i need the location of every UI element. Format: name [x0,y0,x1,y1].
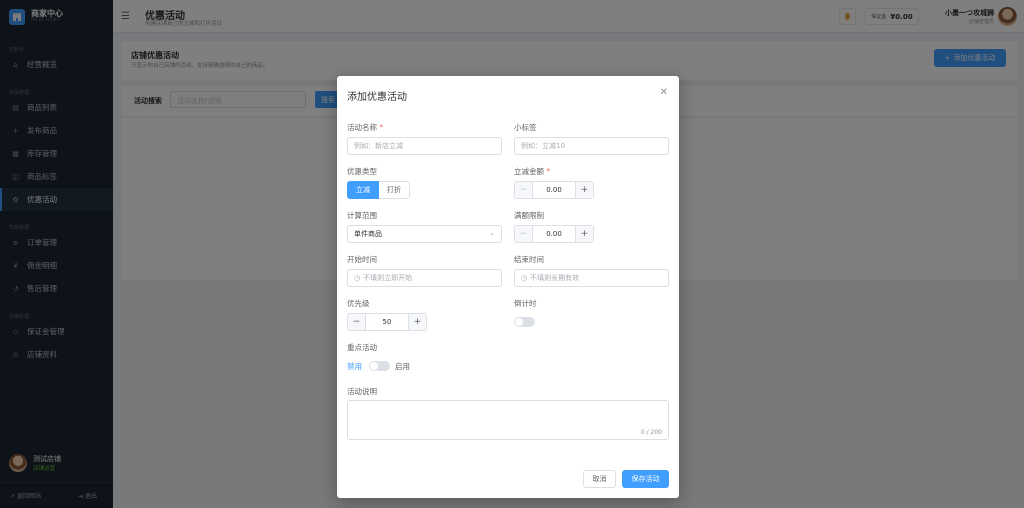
amount-label: 立减金额 * [514,166,550,177]
type-option-discount[interactable]: 打折 [379,181,410,199]
dialog-title: 添加优惠活动 [347,92,407,103]
tag-input[interactable]: 例如：立减10 [514,137,669,155]
name-label-text: 活动名称 [347,123,377,132]
end-time-input[interactable]: ◷ 不填则长期有效 [514,269,669,287]
featured-label: 重点活动 [347,343,377,352]
required-mark: * [546,167,551,176]
featured-off-text: 禁用 [347,362,362,371]
clock-icon: ◷ [521,274,528,282]
end-placeholder: 不填则长期有效 [530,274,580,282]
amount-stepper: − 0.00 + [514,181,594,199]
required-mark: * [379,123,384,132]
desc-label: 活动说明 [347,387,377,396]
chevron-down-icon: ⌄ [489,229,495,237]
start-label: 开始时间 [347,255,377,264]
start-placeholder: 不填则立即开始 [363,274,413,282]
priority-stepper: − 50 + [347,313,427,331]
activity-name-input[interactable]: 例如：新店立减 [347,137,502,155]
end-label: 结束时间 [514,255,544,264]
featured-on-text: 启用 [395,362,410,371]
description-textarea[interactable]: 0 / 200 [347,400,669,440]
type-label: 优惠类型 [347,167,377,176]
featured-toggle[interactable] [369,361,390,371]
amount-label-text: 立减金额 [514,167,544,176]
threshold-label: 满额限制 [514,211,544,220]
char-count: 0 / 200 [640,429,662,436]
save-button[interactable]: 保存活动 [622,470,669,488]
start-time-input[interactable]: ◷ 不填则立即开始 [347,269,502,287]
countdown-toggle[interactable] [514,317,535,327]
amount-increment-button[interactable]: + [575,182,593,198]
priority-value[interactable]: 50 [366,314,408,330]
priority-increment-button[interactable]: + [408,314,426,330]
amount-value[interactable]: 0.00 [533,182,575,198]
scope-label: 计算范围 [347,211,377,220]
cancel-button[interactable]: 取消 [583,470,616,488]
threshold-stepper: − 0.00 + [514,225,594,243]
tag-label: 小标签 [514,123,537,132]
name-label: 活动名称 * [347,122,383,133]
toggle-knob [515,318,523,326]
scope-value: 单件商品 [354,230,382,238]
add-promotion-dialog: 添加优惠活动 ✕ 活动名称 * 例如：新店立减 小标签 例如：立减10 优惠类型… [337,76,679,498]
toggle-knob [370,362,378,370]
threshold-increment-button[interactable]: + [575,226,593,242]
countdown-label: 倒计时 [514,299,537,308]
clock-icon: ◷ [354,274,361,282]
scope-select[interactable]: 单件商品 ⌄ [347,225,502,243]
priority-label: 优先级 [347,299,370,308]
threshold-decrement-button[interactable]: − [515,226,533,242]
type-option-reduce[interactable]: 立减 [347,181,379,199]
threshold-value[interactable]: 0.00 [533,226,575,242]
close-icon[interactable]: ✕ [660,87,668,98]
discount-type-segment: 立减 打折 [347,181,410,199]
amount-decrement-button[interactable]: − [515,182,533,198]
priority-decrement-button[interactable]: − [348,314,366,330]
